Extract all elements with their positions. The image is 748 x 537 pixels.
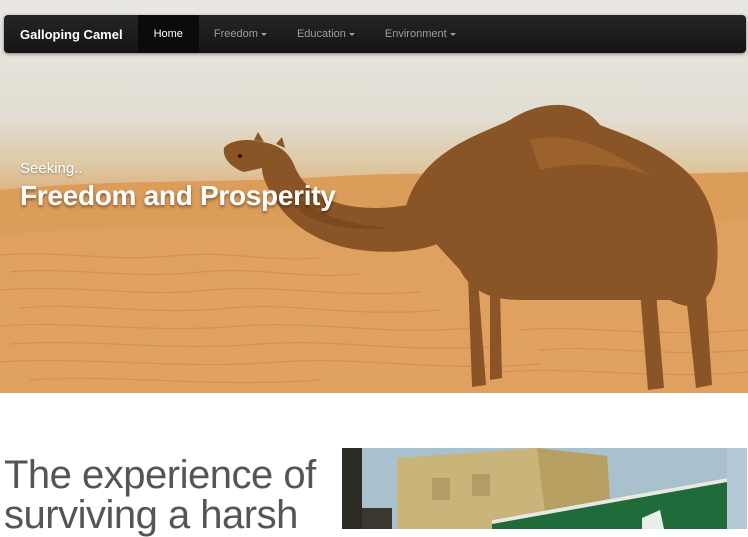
nav-item-label: Freedom — [213, 28, 258, 40]
brand-link[interactable]: Galloping Camel — [4, 15, 138, 53]
caret-down-icon — [260, 33, 267, 36]
hero-title: Freedom and Prosperity — [20, 180, 336, 211]
nav-item-label: Environment — [384, 28, 447, 40]
featurette-photo-building-sign — [342, 448, 747, 529]
featurette-image — [342, 448, 747, 529]
nav-item-education[interactable]: Education — [282, 15, 370, 53]
nav-item-home[interactable]: Home — [137, 15, 199, 53]
hero-carousel: Seeking.. Freedom and Prosperity — [0, 0, 748, 393]
hero-kicker-text: Seeking.. — [20, 160, 83, 177]
caret-down-icon — [449, 33, 456, 36]
nav-item-environment[interactable]: Environment — [370, 15, 471, 53]
top-navbar: Galloping Camel Home Freedom Education E… — [4, 15, 746, 53]
nav-item-label: Home — [153, 28, 183, 40]
nav-item-freedom[interactable]: Freedom — [199, 15, 282, 53]
caret-down-icon — [348, 33, 355, 36]
nav-item-label: Education — [296, 28, 346, 40]
featurette-heading: The experience of surviving a harsh — [4, 453, 316, 537]
